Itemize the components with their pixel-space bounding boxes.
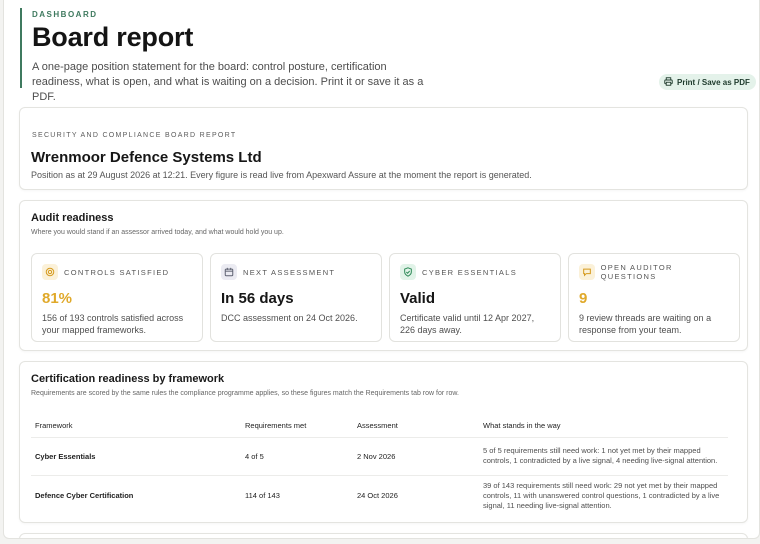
report-label: SECURITY AND COMPLIANCE BOARD REPORT bbox=[32, 132, 237, 139]
stat-label: CYBER ESSENTIALS bbox=[422, 267, 517, 277]
stat-label: OPEN AUDITOR QUESTIONS bbox=[600, 263, 673, 281]
section-subtitle: Requirements are scored by the same rule… bbox=[31, 390, 459, 397]
stat-note: 156 of 193 controls satisfied across you… bbox=[42, 313, 184, 335]
page-subtitle: A one-page position statement for the bo… bbox=[32, 61, 424, 103]
page-header: DASHBOARD Board report A one-page positi… bbox=[20, 8, 440, 103]
assessment-date: 24 Oct 2026 bbox=[357, 491, 398, 500]
position-statement: Position as at 29 August 2026 at 12:21. … bbox=[31, 170, 532, 180]
column-header-requirements-met: Requirements met bbox=[241, 414, 353, 438]
stat-tiles: CONTROLS SATISFIED 81% 156 of 193 contro… bbox=[31, 253, 740, 342]
blockers-text: 5 of 5 requirements still need work: 1 n… bbox=[479, 437, 728, 476]
target-icon bbox=[42, 264, 58, 280]
assessment-date: 2 Nov 2026 bbox=[353, 437, 479, 476]
column-header-assessment: Assessment bbox=[353, 414, 479, 438]
stat-value: 9 bbox=[579, 290, 588, 307]
stat-tile-open-auditor-questions: OPEN AUDITOR QUESTIONS 9 9 review thread… bbox=[568, 253, 740, 342]
framework-readiness-card: Certification readiness by framework Req… bbox=[19, 361, 748, 523]
stat-tile-cyber-essentials: CYBER ESSENTIALS Valid Certificate valid… bbox=[389, 253, 561, 342]
print-button-label: Print / Save as PDF bbox=[677, 77, 750, 87]
column-header-framework: Framework bbox=[31, 414, 241, 438]
calendar-icon bbox=[221, 264, 237, 280]
table-header-row: Framework Requirements met Assessment Wh… bbox=[31, 414, 728, 438]
stat-value: Valid bbox=[400, 290, 436, 307]
organisation-name: Wrenmoor Defence Systems Ltd bbox=[31, 149, 262, 166]
stat-label: NEXT ASSESSMENT bbox=[243, 267, 336, 277]
framework-table: Framework Requirements met Assessment Wh… bbox=[31, 414, 728, 516]
stat-header: NEXT ASSESSMENT bbox=[221, 264, 371, 280]
breadcrumb: DASHBOARD bbox=[32, 10, 98, 19]
blockers-text: 39 of 143 requirements still need work: … bbox=[483, 480, 720, 510]
stat-note: 9 review threads are waiting on a respon… bbox=[579, 313, 712, 335]
chat-icon bbox=[579, 264, 595, 280]
stat-header: OPEN AUDITOR QUESTIONS bbox=[579, 263, 729, 281]
table-row: Defence Cyber Certification 114 of 143 2… bbox=[31, 475, 728, 516]
requirements-met: 114 of 143 bbox=[245, 491, 280, 500]
printer-icon bbox=[664, 76, 673, 88]
stat-note: Certificate valid until 12 Apr 2027, 226… bbox=[400, 313, 535, 335]
report-summary-card: SECURITY AND COMPLIANCE BOARD REPORT Wre… bbox=[19, 107, 748, 190]
section-subtitle: Where you would stand if an assessor arr… bbox=[31, 229, 284, 236]
framework-name: Cyber Essentials bbox=[31, 437, 241, 476]
stat-tile-controls-satisfied: CONTROLS SATISFIED 81% 156 of 193 contro… bbox=[31, 253, 203, 342]
requirements-met: 4 of 5 bbox=[241, 437, 353, 476]
framework-name: Defence Cyber Certification bbox=[35, 491, 134, 500]
report-page: DASHBOARD Board report A one-page positi… bbox=[3, 0, 760, 539]
section-title: Certification readiness by framework bbox=[31, 373, 225, 385]
page-title: Board report bbox=[32, 22, 194, 52]
stat-tile-next-assessment: NEXT ASSESSMENT In 56 days DCC assessmen… bbox=[210, 253, 382, 342]
print-save-pdf-button[interactable]: Print / Save as PDF bbox=[659, 74, 756, 90]
column-header-blockers: What stands in the way bbox=[479, 414, 728, 438]
stat-header: CYBER ESSENTIALS bbox=[400, 264, 550, 280]
audit-readiness-card: Audit readiness Where you would stand if… bbox=[19, 200, 748, 351]
shield-check-icon bbox=[400, 264, 416, 280]
next-section-card bbox=[19, 533, 748, 538]
stat-value: 81% bbox=[42, 290, 73, 307]
stat-label: CONTROLS SATISFIED bbox=[64, 267, 170, 277]
stat-note: DCC assessment on 24 Oct 2026. bbox=[221, 313, 358, 323]
stat-value: In 56 days bbox=[221, 290, 294, 307]
stat-header: CONTROLS SATISFIED bbox=[42, 264, 192, 280]
table-row: Cyber Essentials 4 of 5 2 Nov 2026 5 of … bbox=[31, 437, 728, 476]
section-title: Audit readiness bbox=[31, 212, 114, 224]
